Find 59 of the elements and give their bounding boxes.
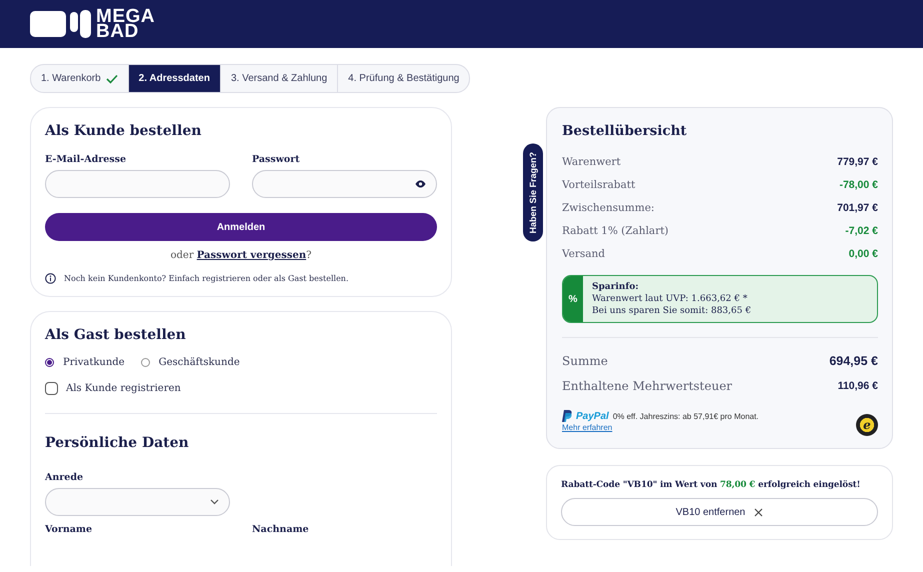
check-icon (106, 74, 118, 84)
summary-value: -7,02 € (845, 224, 878, 236)
remove-voucher-button[interactable]: VB10 entfernen (561, 498, 878, 526)
radio-button[interactable] (45, 358, 54, 367)
checkbox-label: Als Kunde registrieren (66, 382, 181, 395)
section-title: Als Gast bestellen (45, 326, 187, 344)
radio-button[interactable] (140, 358, 150, 367)
savings-text: Warenwert laut UVP: 1.663,62 € * (592, 294, 748, 304)
salutation-select[interactable] (45, 488, 230, 516)
percent-badge: % (563, 276, 583, 322)
voucher-success-message: Rabatt-Code "VB10" im Wert von 78,00 € erfolgreich eingelöst! (561, 480, 860, 490)
summary-value: 110,96 € (838, 380, 878, 392)
paypal-logo-text: PayPal (576, 410, 609, 422)
close-icon (754, 508, 764, 516)
help-tab[interactable]: Haben Sie Fragen? (523, 144, 543, 242)
summary-label: Warenwert (562, 156, 621, 168)
eye-icon[interactable] (415, 180, 426, 188)
section-title: Persönliche Daten (45, 434, 190, 452)
login-button[interactable]: Anmelden (45, 213, 437, 241)
chevron-down-icon (210, 499, 219, 505)
summary-value: 701,97 € (837, 202, 878, 214)
summary-value: -78,00 € (839, 178, 878, 190)
checkbox[interactable] (45, 382, 58, 395)
paypal-icon (562, 410, 572, 422)
field-label: Nachname (252, 524, 310, 536)
field-label: Vorname (45, 524, 93, 536)
summary-label: Versand (562, 248, 605, 260)
radio-label: Privatkunde (63, 356, 125, 369)
summary-value: 779,97 € (837, 156, 878, 168)
summary-label: Zwischensumme: (562, 202, 654, 214)
learn-more-link[interactable]: Mehr erfahren (562, 423, 759, 432)
financing-text: 0% eff. Jahreszins: ab 57,91€ pro Monat. (612, 412, 759, 420)
trust-seal: e (856, 414, 878, 436)
forgot-password-link[interactable]: Passwort vergessen (196, 250, 306, 261)
savings-title: Sparinfo: (592, 282, 640, 292)
email-field[interactable] (45, 170, 230, 198)
step-tab[interactable]: 2. Adressdaten (128, 65, 221, 92)
question-mark-text: ? (306, 250, 312, 261)
summary-label: Summe (562, 354, 608, 368)
summary-value: 694,95 € (829, 354, 878, 368)
info-icon (45, 273, 56, 284)
summary-label: Rabatt 1% (Zahlart) (562, 224, 669, 236)
field-label: Anrede (45, 472, 84, 484)
step-tab[interactable]: 3. Versand & Zahlung (220, 65, 338, 92)
field-label: Passwort (252, 154, 301, 166)
field-label: E-Mail-Adresse (45, 154, 127, 166)
section-title: Als Kunde bestellen (45, 122, 202, 140)
savings-text: Bei uns sparen Sie somit: 883,65 € (592, 306, 752, 316)
step-tab[interactable]: 4. Prüfung & Bestätigung (338, 65, 470, 92)
summary-label: Vorteilsrabatt (562, 178, 636, 190)
logo-mark-icon (30, 9, 92, 39)
password-field[interactable] (252, 170, 437, 198)
summary-label: Enthaltene Mehrwertsteuer (562, 378, 732, 392)
logo-text: MEGA BAD (96, 9, 155, 39)
summary-title: Bestellübersicht (562, 122, 688, 140)
summary-value: 0,00 € (848, 248, 878, 260)
radio-label: Geschäftskunde (158, 356, 240, 369)
or-text: oder (170, 250, 195, 261)
info-text: Noch kein Kundenkonto? Einfach registrieren oder als Gast bestellen. (64, 274, 349, 283)
